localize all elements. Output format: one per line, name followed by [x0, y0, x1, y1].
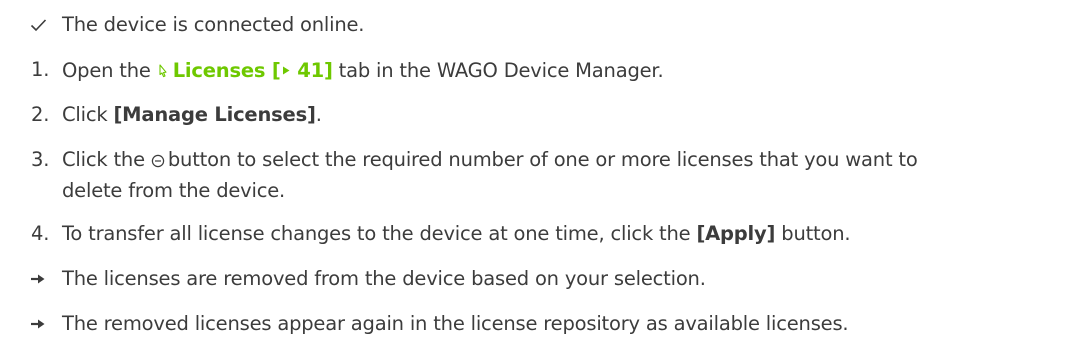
step-number: 2.: [31, 103, 50, 126]
step-text: Click the button to select the required …: [62, 145, 1072, 205]
precondition-text: The device is connected online.: [62, 13, 365, 36]
mouse-pointer-icon: [157, 57, 168, 86]
step-pre-text: Click the: [62, 148, 145, 171]
step-pre-text: Click: [62, 103, 108, 126]
step-continuation-text: delete from the device.: [62, 179, 286, 202]
result-text: The removed licenses appear again in the…: [62, 312, 849, 335]
step-post-text: button.: [781, 222, 851, 245]
step-pre-text: Open the: [62, 59, 151, 82]
step-pre-text: To transfer all license changes to the d…: [62, 222, 691, 245]
step-text: Open the Licenses [ 41] tab in the WAGO …: [62, 55, 1072, 86]
step-number: 1.: [31, 58, 50, 81]
step-post-text: button to select the required number of …: [167, 148, 918, 171]
triangle-right-icon: [281, 55, 291, 84]
minus-circle-icon: [151, 147, 165, 176]
step-text: Click [Manage Licenses].: [62, 100, 1072, 129]
licenses-link-page: 41: [297, 59, 324, 82]
step-number: 3.: [31, 148, 50, 171]
step-post-text: .: [315, 103, 322, 126]
apply-button-ref: [Apply]: [696, 222, 776, 245]
licenses-link-close: ]: [323, 59, 333, 82]
result-text: The licenses are removed from the device…: [62, 267, 706, 290]
manage-licenses-button-ref: [Manage Licenses]: [113, 103, 316, 126]
step-text: To transfer all license changes to the d…: [62, 219, 1072, 248]
arrow-right-icon: [30, 309, 58, 338]
arrow-right-icon: [30, 264, 58, 293]
step-post-text: tab in the WAGO Device Manager.: [338, 59, 664, 82]
licenses-link-label: Licenses [: [172, 59, 281, 82]
step-number: 4.: [31, 222, 50, 245]
licenses-link[interactable]: Licenses [ 41]: [157, 59, 333, 82]
checkmark-icon: [30, 10, 58, 39]
